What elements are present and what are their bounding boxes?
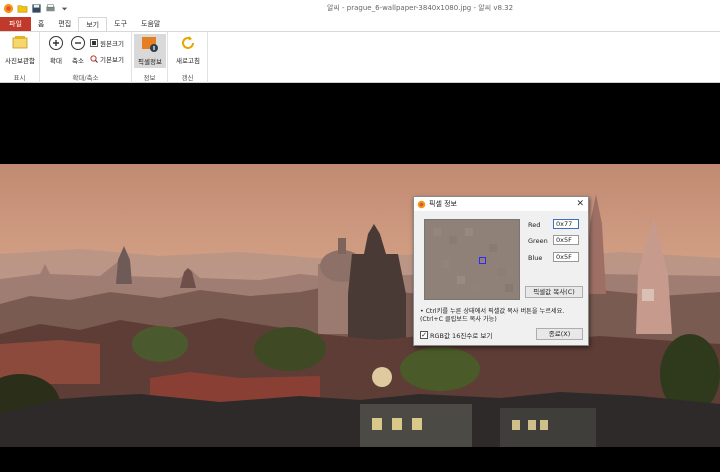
app-window: 알씨 - prague_6-wallpaper-3840x1080.jpg - … bbox=[0, 0, 720, 472]
red-label: Red bbox=[528, 221, 541, 229]
zoom-in-button[interactable]: 확대 bbox=[46, 35, 66, 65]
refresh-button[interactable]: 새로고침 bbox=[171, 35, 205, 65]
pixel-info-button[interactable]: 픽셀정보 bbox=[134, 34, 166, 68]
magnifier-icon bbox=[90, 55, 98, 63]
zoom-group: 확대 축소 원본크기 기본보기 확대/축소 bbox=[40, 32, 132, 84]
dialog-title-bar[interactable]: 픽셀 정보 ✕ bbox=[414, 197, 588, 211]
help-note: • Ctrl키를 누른 상태에서 픽셀값 복사 버튼을 누르세요. (Ctrl+… bbox=[420, 308, 565, 323]
dialog-title: 픽셀 정보 bbox=[429, 200, 457, 208]
pixel-cell bbox=[449, 236, 457, 244]
zoom-in-icon bbox=[49, 36, 63, 50]
app-logo-icon bbox=[417, 200, 426, 208]
tab-view[interactable]: 보기 bbox=[78, 17, 108, 31]
photo-library-icon bbox=[12, 36, 28, 49]
hex-checkbox-label: RGB값 16진수로 보기 bbox=[430, 332, 493, 340]
green-label: Green bbox=[528, 237, 548, 245]
red-value-field[interactable]: 0x77 bbox=[553, 219, 579, 229]
blue-value-field[interactable]: 0x5F bbox=[553, 252, 579, 262]
zoom-out-button[interactable]: 축소 bbox=[68, 35, 88, 65]
default-view-button[interactable]: 기본보기 bbox=[90, 54, 124, 64]
hex-checkbox[interactable]: ✓ bbox=[420, 331, 428, 339]
pixel-cell bbox=[497, 268, 505, 276]
prague-skyline-image bbox=[0, 164, 720, 447]
pixel-cell bbox=[505, 284, 513, 292]
tab-help[interactable]: 도움말 bbox=[134, 17, 167, 31]
pixel-cell bbox=[441, 260, 449, 268]
display-group: 사진보관함 표시 bbox=[0, 32, 40, 84]
pixel-cell bbox=[489, 244, 497, 252]
pixel-cell bbox=[473, 284, 481, 292]
green-value-field[interactable]: 0x5F bbox=[553, 235, 579, 245]
tab-file[interactable]: 파일 bbox=[0, 17, 31, 31]
photo-library-button[interactable]: 사진보관함 bbox=[2, 35, 38, 65]
refresh-group: 새로고침 갱신 bbox=[168, 32, 208, 84]
info-group: 픽셀정보 정보 bbox=[132, 32, 168, 84]
title-bar: 알씨 - prague_6-wallpaper-3840x1080.jpg - … bbox=[0, 0, 720, 17]
pixel-cell bbox=[457, 276, 465, 284]
image-canvas[interactable] bbox=[0, 164, 720, 447]
refresh-icon bbox=[182, 36, 194, 49]
letterbox-bottom bbox=[0, 447, 720, 472]
original-size-icon bbox=[90, 39, 98, 47]
pixel-magnifier bbox=[424, 219, 520, 300]
close-icon[interactable]: ✕ bbox=[576, 198, 584, 210]
pixel-cell bbox=[433, 228, 441, 236]
original-size-button[interactable]: 원본크기 bbox=[90, 38, 124, 48]
tab-edit[interactable]: 편집 bbox=[51, 17, 78, 31]
tab-tools[interactable]: 도구 bbox=[107, 17, 134, 31]
zoom-out-icon bbox=[71, 36, 85, 50]
copy-pixel-button[interactable]: 픽셀값 복사(C) bbox=[525, 286, 583, 298]
window-title: 알씨 - prague_6-wallpaper-3840x1080.jpg - … bbox=[326, 4, 514, 12]
letterbox-top bbox=[0, 83, 720, 164]
pixel-crosshair bbox=[479, 257, 486, 264]
pixel-cell bbox=[465, 228, 473, 236]
pixel-info-dialog: 픽셀 정보 ✕ Red 0x77 Green 0x5F Blue 0x5F 픽셀… bbox=[413, 196, 589, 346]
ribbon: 사진보관함 표시 확대 축소 원본크기 기본보기 확대/축소 픽셀정보 정보 새… bbox=[0, 31, 720, 84]
pixel-info-icon bbox=[142, 37, 158, 52]
tab-home[interactable]: 홈 bbox=[31, 17, 51, 31]
ribbon-tabs: 파일 홈 편집 보기 도구 도움말 bbox=[0, 17, 720, 31]
blue-label: Blue bbox=[528, 254, 543, 262]
close-button[interactable]: 종료(X) bbox=[536, 328, 583, 340]
hex-checkbox-row[interactable]: ✓ RGB값 16진수로 보기 bbox=[420, 330, 492, 340]
